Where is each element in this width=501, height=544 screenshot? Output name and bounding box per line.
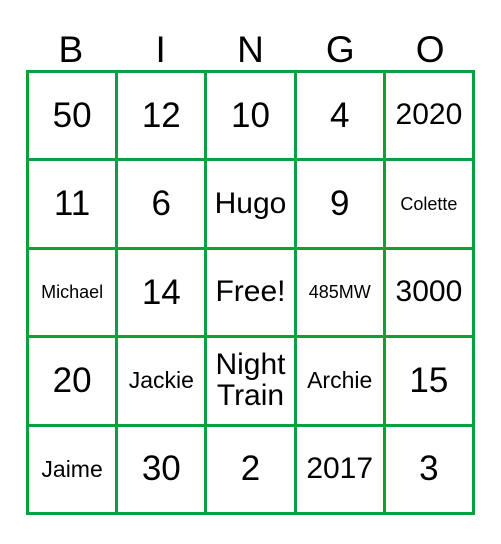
bingo-card: B I N G O 50 12 10 4 2020 11 6 Hugo 9 Colette Michael 1… [0,0,501,544]
bingo-cell-label: 2020 [395,98,463,132]
bingo-cell-r4c2[interactable]: Jackie [118,338,208,427]
bingo-header-letter-g: G [325,29,355,70]
bingo-cell-label: 2017 [306,452,374,485]
bingo-cell-label: 30 [141,449,181,489]
bingo-header-letter-n: N [237,29,264,70]
bingo-cell-label: 3000 [395,275,463,309]
bingo-header-letter-i: I [155,29,166,70]
bingo-cell-r5c5[interactable]: 3 [385,426,475,515]
bingo-cell-label: 14 [141,272,181,312]
bingo-cell-r5c1[interactable]: Jaime [29,426,119,515]
bingo-cell-r4c3[interactable]: Night Train [207,338,297,427]
bingo-cell-label: 50 [52,95,92,135]
bingo-cell-label: 12 [141,95,181,135]
bingo-cell-label: Free! [215,275,286,309]
bingo-cell-r2c4[interactable]: 9 [296,161,386,250]
bingo-cell-label: 2 [240,449,261,489]
bingo-cell-label: 15 [409,361,449,401]
bingo-cell-label: Colette [400,193,458,214]
bingo-cell-r3c4[interactable]: 485MW [296,249,386,339]
bingo-cell-r5c4[interactable]: 2017 [296,426,386,515]
bingo-cell-label: Michael [41,282,104,303]
bingo-cell-r1c4[interactable]: 4 [296,73,386,162]
bingo-cell-r3c2[interactable]: 14 [118,249,208,339]
bingo-header-row: BINGO [26,20,475,70]
bingo-cell-label: 11 [53,184,91,224]
bingo-cell-label: Night Train [215,348,286,412]
bingo-cell-r4c5[interactable]: 15 [385,338,475,427]
bingo-cell-label: Hugo [214,186,287,220]
bingo-cell-r5c3[interactable]: 2 [207,426,297,515]
bingo-cell-r2c5[interactable]: Colette [385,161,475,250]
bingo-cell-free[interactable]: Free! [207,249,297,339]
bingo-cell-r3c1[interactable]: Michael [29,249,119,339]
bingo-cell-label: 3 [419,449,439,489]
bingo-cell-label: 4 [329,95,350,135]
bingo-cell-label: 6 [151,184,172,224]
bingo-cell-r5c2[interactable]: 30 [118,426,208,515]
bingo-grid: 50 12 10 4 2020 11 6 Hugo 9 Colette Michael 14 Free!… [26,70,475,515]
bingo-cell-r4c1[interactable]: 20 [29,338,119,427]
bingo-header-letter-b: B [58,29,84,70]
bingo-cell-r1c1[interactable]: 50 [29,73,119,162]
bingo-cell-label: Archie [307,367,373,394]
bingo-cell-r1c2[interactable]: 12 [118,73,208,162]
bingo-cell-r2c3[interactable]: Hugo [207,161,297,250]
bingo-cell-label: Jaime [41,455,103,482]
bingo-cell-r4c4[interactable]: Archie [296,338,386,427]
bingo-cell-label: 10 [231,95,270,135]
bingo-cell-label: Jackie [128,367,194,394]
bingo-cell-r2c2[interactable]: 6 [118,161,208,250]
bingo-cell-label: 485MW [308,282,371,303]
bingo-cell-label: 9 [329,184,350,224]
bingo-header-letter-o: O [415,29,445,70]
bingo-cell-r3c5[interactable]: 3000 [385,249,475,339]
bingo-cell-r1c3[interactable]: 10 [207,73,297,162]
bingo-cell-r2c1[interactable]: 11 [29,161,119,250]
bingo-cell-label: 20 [52,361,92,401]
bingo-cell-r1c5[interactable]: 2020 [385,73,475,162]
